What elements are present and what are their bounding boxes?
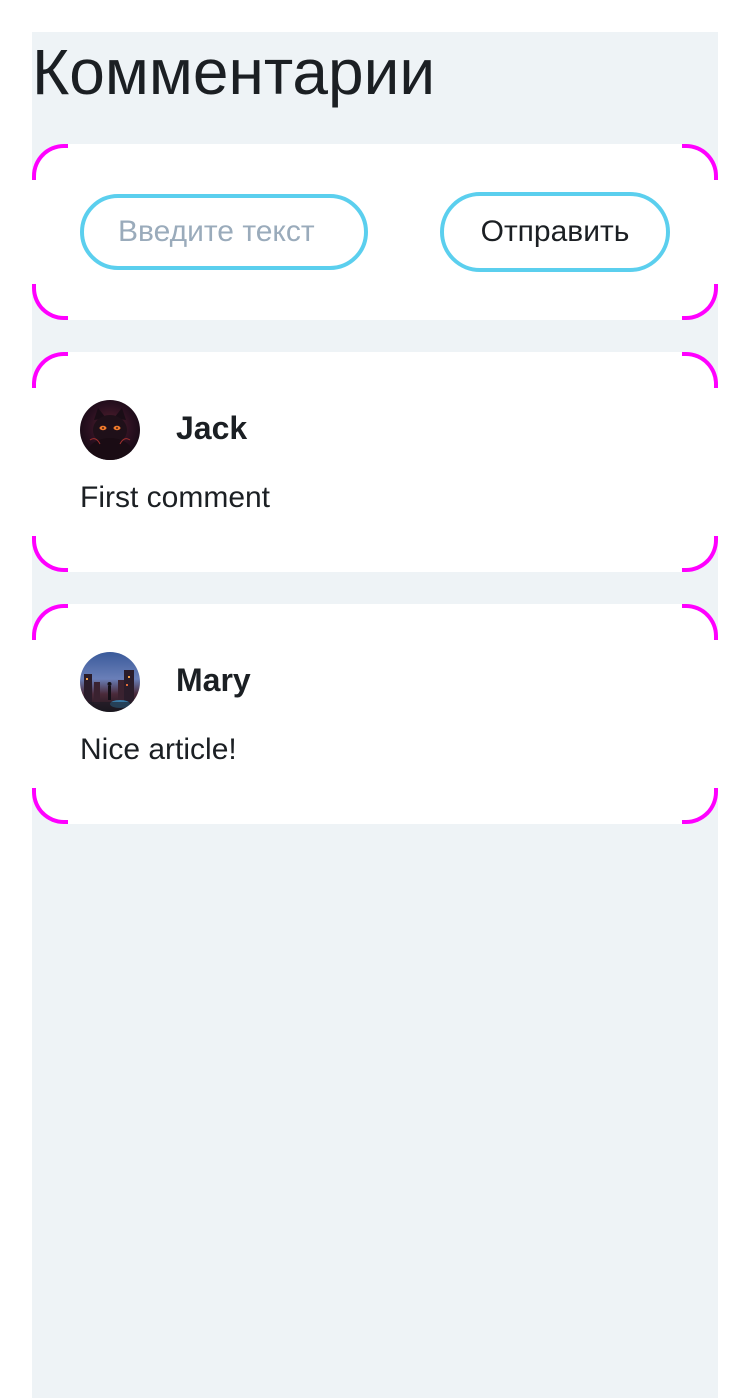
corner-decoration [682, 352, 718, 388]
comment-card: Jack First comment [32, 352, 718, 572]
corner-decoration [32, 788, 68, 824]
page-title: Комментарии [32, 36, 436, 108]
cat-avatar-icon [80, 400, 140, 460]
corner-decoration [682, 788, 718, 824]
comment-card: Mary Nice article! [32, 604, 718, 824]
corner-decoration [682, 536, 718, 572]
city-avatar-icon [80, 652, 140, 712]
corner-decoration [32, 284, 68, 320]
comment-author: Jack [176, 410, 248, 446]
comment-author: Mary [176, 662, 251, 698]
send-button[interactable]: Отправить [440, 192, 670, 272]
corner-decoration [32, 144, 68, 180]
corner-decoration [682, 284, 718, 320]
comments-page: Комментарии Отправить [32, 32, 718, 1398]
comment-text: Nice article! [80, 733, 237, 766]
corner-decoration [32, 604, 68, 640]
comment-text: First comment [80, 481, 271, 514]
corner-decoration [32, 352, 68, 388]
comment-input[interactable] [80, 194, 368, 270]
corner-decoration [682, 144, 718, 180]
corner-decoration [682, 604, 718, 640]
comment-form-card: Отправить [32, 144, 718, 320]
corner-decoration [32, 536, 68, 572]
